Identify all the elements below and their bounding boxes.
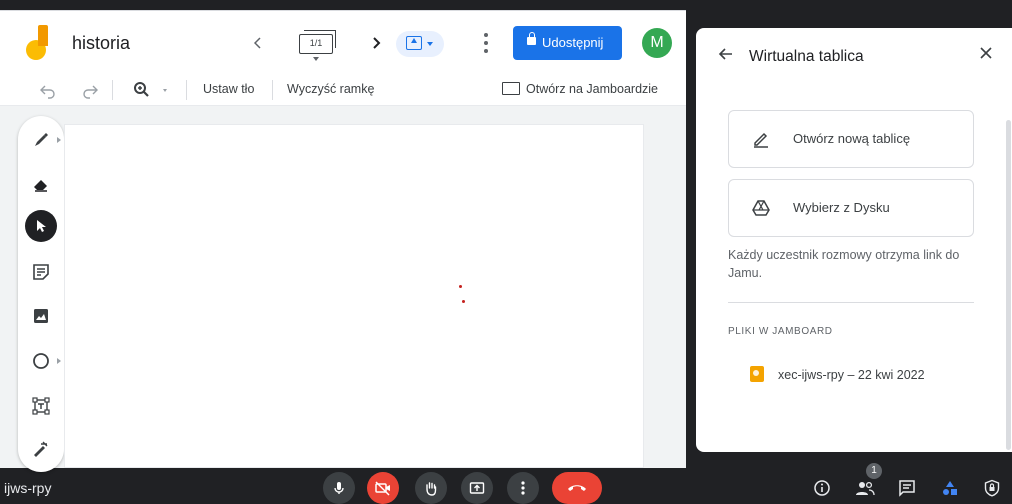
share-button-label: Udostępnij: [542, 35, 604, 50]
pen-tool[interactable]: [25, 124, 61, 156]
whiteboard-canvas[interactable]: [64, 124, 644, 468]
document-title[interactable]: historia: [72, 33, 130, 54]
info-icon: [814, 480, 830, 496]
lock-icon: [527, 32, 536, 45]
laser-tool[interactable]: [25, 434, 57, 466]
file-name: xec-ijws-rpy – 22 kwi 2022: [778, 368, 925, 382]
leave-call-button[interactable]: [552, 472, 602, 504]
zoom-button[interactable]: [132, 80, 168, 106]
sticky-note-tool[interactable]: [25, 256, 57, 288]
eraser-tool[interactable]: [25, 168, 57, 200]
previous-frame-button[interactable]: [250, 33, 266, 53]
meeting-code: ijws-rpy: [4, 480, 52, 496]
redo-button[interactable]: [80, 80, 100, 106]
frame-counter: 1/1: [299, 34, 333, 54]
panel-scrollbar[interactable]: [1006, 120, 1011, 450]
chat-button[interactable]: [895, 476, 919, 500]
share-button[interactable]: Udostępnij: [513, 26, 622, 60]
redo-icon: [83, 85, 98, 99]
videocam-off-icon: [375, 481, 390, 496]
share-note: Każdy uczestnik rozmowy otrzyma link do …: [728, 248, 960, 280]
activities-icon: [943, 481, 957, 495]
choose-from-drive-label: Wybierz z Dysku: [793, 200, 890, 215]
tool-palette: [18, 116, 64, 472]
camera-off-button[interactable]: [367, 472, 399, 504]
open-new-board-label: Otwórz nową tablicę: [793, 131, 911, 146]
microphone-button[interactable]: [323, 472, 355, 504]
call-end-icon: [568, 485, 586, 491]
jamboard-logo-icon: [26, 25, 48, 60]
chevron-right-icon: [57, 358, 61, 364]
chevron-down-icon: [313, 57, 319, 61]
text-box-icon: [32, 397, 50, 415]
text-box-tool[interactable]: [25, 390, 57, 422]
hand-icon: [426, 482, 437, 496]
jamboard-toolbar: Ustaw tło Wyczyść ramkę Otwórz na Jamboa…: [0, 74, 686, 106]
ink-dot: [462, 300, 465, 303]
open-new-board-button[interactable]: Otwórz nową tablicę: [728, 110, 974, 168]
next-frame-button[interactable]: [368, 33, 384, 53]
select-tool[interactable]: [25, 210, 57, 242]
host-controls-button[interactable]: [980, 476, 1004, 500]
pencil-icon: [754, 132, 768, 148]
laser-icon: [34, 441, 48, 457]
jamboard-header: historia 1/1 Udostępnij M: [0, 10, 686, 74]
choose-from-drive-button[interactable]: Wybierz z Dysku: [728, 179, 974, 237]
undo-icon: [40, 85, 55, 99]
jamboard-pane: historia 1/1 Udostępnij M Ustaw tło Wycz…: [0, 10, 686, 472]
ink-dot: [459, 285, 462, 288]
more-vert-icon: [521, 481, 525, 495]
set-background-button[interactable]: Ustaw tło: [203, 82, 254, 96]
arrow-back-icon: [718, 48, 732, 60]
image-icon: [34, 309, 48, 323]
close-icon: [980, 47, 992, 59]
shield-lock-icon: [984, 479, 1000, 497]
jamboard-file-icon: [750, 366, 764, 382]
shape-tool[interactable]: [25, 345, 61, 377]
open-in-new-screen-icon: [502, 82, 520, 95]
image-tool[interactable]: [25, 300, 57, 332]
present-button[interactable]: [396, 31, 444, 57]
divider: [728, 302, 974, 303]
activities-button[interactable]: [938, 476, 962, 500]
more-options-button[interactable]: [507, 472, 539, 504]
select-icon: [37, 220, 46, 232]
frame-bar-button[interactable]: 1/1: [296, 29, 340, 61]
whiteboard-side-panel: Wirtualna tablica Otwórz nową tablicę Wy…: [696, 28, 1012, 452]
chat-icon: [899, 480, 915, 497]
panel-title: Wirtualna tablica: [749, 48, 864, 65]
screen: historia 1/1 Udostępnij M Ustaw tło Wycz…: [0, 0, 1012, 504]
pen-icon: [35, 133, 48, 146]
section-heading: PLIKI W JAMBOARD: [728, 326, 833, 337]
sticky-note-icon: [33, 264, 49, 280]
open-in-jamboard-button[interactable]: Otwórz na Jamboardzie: [502, 82, 658, 96]
undo-button[interactable]: [38, 80, 58, 106]
more-options-button[interactable]: [478, 31, 494, 55]
people-icon: [856, 481, 875, 496]
circle-icon: [33, 353, 49, 369]
close-button[interactable]: [978, 44, 994, 66]
raise-hand-button[interactable]: [415, 472, 447, 504]
zoom-icon: [134, 82, 167, 97]
open-in-jamboard-label: Otwórz na Jamboardzie: [526, 82, 659, 96]
meeting-details-button[interactable]: [810, 476, 834, 500]
present-now-button[interactable]: [461, 472, 493, 504]
present-to-all-icon: [469, 482, 485, 494]
toolbar-divider: [186, 80, 187, 100]
back-button[interactable]: [718, 46, 734, 66]
toolbar-divider: [112, 80, 113, 100]
chevron-down-icon: [427, 42, 433, 46]
clear-frame-button[interactable]: Wyczyść ramkę: [287, 82, 374, 96]
chevron-right-icon: [57, 137, 61, 143]
participants-button[interactable]: [853, 476, 877, 500]
toolbar-divider: [272, 80, 273, 100]
avatar[interactable]: M: [642, 28, 672, 58]
microphone-icon: [334, 482, 344, 494]
present-to-screen-icon: [406, 36, 422, 50]
google-drive-icon: [752, 200, 770, 216]
eraser-icon: [34, 180, 47, 192]
